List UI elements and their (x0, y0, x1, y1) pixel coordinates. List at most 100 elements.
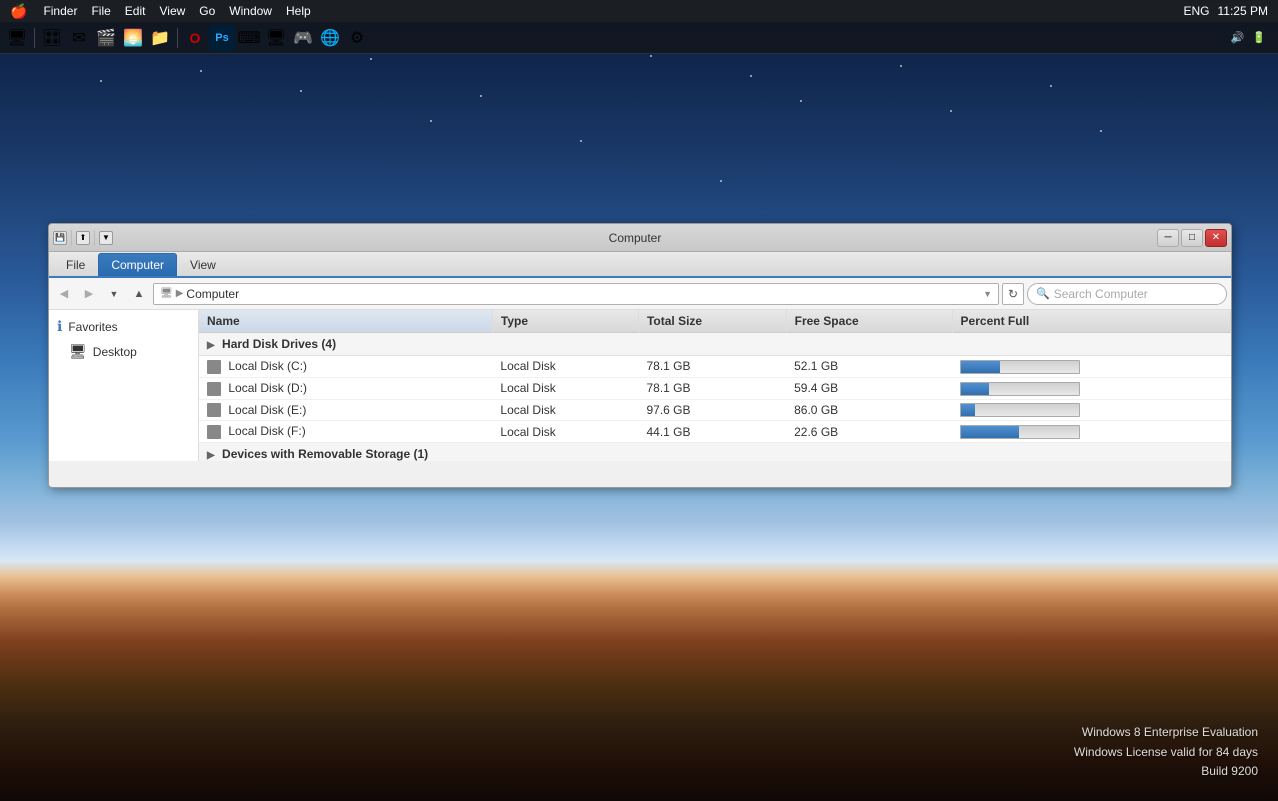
table-header-row: Name Type Total Size Free Space Percent … (199, 310, 1231, 333)
usage-bar-d (960, 382, 1080, 396)
table-row[interactable]: Local Disk (F:) Local Disk 44.1 GB 22.6 … (199, 421, 1231, 443)
usage-fill-d (961, 383, 989, 395)
cell-freespace: 86.0 GB (786, 399, 952, 421)
menu-view[interactable]: View (153, 2, 191, 20)
imovie-icon[interactable]: 🎬 (93, 25, 119, 51)
group-row-hdd[interactable]: ▶ Hard Disk Drives (4) (199, 333, 1231, 356)
sidebar-favorites-label: Favorites (68, 320, 117, 334)
cell-name: Local Disk (F:) (199, 421, 492, 443)
game-icon[interactable]: 🎮 (290, 25, 316, 51)
watermark-line3: Build 9200 (1074, 762, 1258, 781)
table-row[interactable]: Local Disk (E:) Local Disk 97.6 GB 86.0 … (199, 399, 1231, 421)
col-header-type[interactable]: Type (492, 310, 638, 333)
breadcrumb-computer: Computer (186, 287, 239, 301)
cell-freespace: 52.1 GB (786, 356, 952, 378)
col-header-name[interactable]: Name (199, 310, 492, 333)
breadcrumb-sep1-icon: ▶ (176, 288, 184, 299)
code-editor-icon[interactable]: ⌨ (236, 25, 262, 51)
win8-watermark: Windows 8 Enterprise Evaluation Windows … (1074, 723, 1258, 781)
table-row[interactable]: Local Disk (C:) Local Disk 78.1 GB 52.1 … (199, 356, 1231, 378)
usage-bar-c (960, 360, 1080, 374)
cell-percentfull (952, 356, 1230, 378)
drive-icon-c (207, 360, 221, 374)
menubar-right: ENG 11:25 PM (1184, 4, 1278, 18)
tab-file[interactable]: File (53, 253, 98, 276)
sidebar-item-desktop[interactable]: 🖥 Desktop (49, 339, 198, 364)
col-header-totalsize[interactable]: Total Size (638, 310, 786, 333)
cell-totalsize: 97.6 GB (638, 399, 786, 421)
cell-percentfull (952, 399, 1230, 421)
tab-view[interactable]: View (177, 253, 229, 276)
rdp-icon[interactable]: 🖥 (263, 25, 289, 51)
minimize-button[interactable]: ─ (1157, 229, 1179, 247)
forward-button[interactable]: ▶ (78, 283, 100, 305)
menu-window[interactable]: Window (223, 2, 278, 20)
menu-help[interactable]: Help (280, 2, 317, 20)
table-row[interactable]: Local Disk (D:) Local Disk 78.1 GB 59.4 … (199, 377, 1231, 399)
gear-icon[interactable]: ⚙ (344, 25, 370, 51)
search-field[interactable]: 🔍 Search Computer (1027, 283, 1227, 305)
menu-edit[interactable]: Edit (119, 2, 152, 20)
cell-name: Local Disk (C:) (199, 356, 492, 378)
up-button[interactable]: ▲ (128, 283, 150, 305)
cell-name: Local Disk (E:) (199, 399, 492, 421)
menu-items: Finder File Edit View Go Window Help (37, 2, 316, 20)
dock-divider-1 (34, 28, 35, 48)
dock: 🖥 🎛 ✉ 🎬 🌅 📁 O Ps ⌨ 🖥 🎮 🌐 ⚙ 🔊 🔋 (0, 22, 1278, 54)
window-controls: ─ □ ✕ (1157, 229, 1227, 247)
cell-type: Local Disk (492, 377, 638, 399)
address-dropdown-icon[interactable]: ▼ (983, 289, 992, 299)
breadcrumb: 🖥 ▶ Computer (160, 287, 239, 301)
dock-right-area: 🔊 🔋 (1231, 31, 1274, 44)
close-button[interactable]: ✕ (1205, 229, 1227, 247)
usage-fill-e (961, 404, 975, 416)
maximize-button[interactable]: □ (1181, 229, 1203, 247)
refresh-button[interactable]: ↻ (1002, 283, 1024, 305)
folder2-icon[interactable]: 📁 (147, 25, 173, 51)
ribbon-tabs: File Computer View (49, 252, 1231, 278)
menu-go[interactable]: Go (193, 2, 221, 20)
back-button[interactable]: ◀ (53, 283, 75, 305)
search-icon: 🔍 (1036, 287, 1050, 300)
col-header-percentfull[interactable]: Percent Full (952, 310, 1230, 333)
usage-bar-e (960, 403, 1080, 417)
iphoto-icon[interactable]: 🌅 (120, 25, 146, 51)
globe2-icon[interactable]: 🌐 (317, 25, 343, 51)
usage-fill-f (961, 426, 1019, 438)
usage-bar-f (960, 425, 1080, 439)
cell-type: Local Disk (492, 356, 638, 378)
volume-icon[interactable]: 🔊 (1231, 31, 1245, 44)
photoshop-icon[interactable]: Ps (209, 25, 235, 51)
watermark-line2: Windows License valid for 84 days (1074, 743, 1258, 762)
mail-icon[interactable]: ✉ (66, 25, 92, 51)
drive-icon-e (207, 403, 221, 417)
cell-percentfull (952, 421, 1230, 443)
battery-icon[interactable]: 🔋 (1252, 31, 1266, 44)
apple-menu[interactable]: 🍎 (0, 3, 37, 20)
group-expand-arrow-icon: ▶ (207, 340, 215, 351)
cell-name: Local Disk (D:) (199, 377, 492, 399)
cell-freespace: 22.6 GB (786, 421, 952, 443)
menu-finder[interactable]: Finder (37, 2, 83, 20)
dropdown-nav-button[interactable]: ▼ (103, 283, 125, 305)
tb-sep2 (94, 230, 95, 246)
favorites-icon: ℹ (57, 318, 62, 335)
cell-totalsize: 78.1 GB (638, 356, 786, 378)
sidebar-desktop-label: Desktop (93, 345, 137, 359)
tab-computer[interactable]: Computer (98, 253, 177, 276)
group-row-removable[interactable]: ▶ Devices with Removable Storage (1) (199, 443, 1231, 461)
finder-icon[interactable]: 🖥 (4, 25, 30, 51)
menu-file[interactable]: File (85, 2, 116, 20)
opera-icon[interactable]: O (182, 25, 208, 51)
drive-icon-d (207, 382, 221, 396)
dashboard-icon[interactable]: 🎛 (39, 25, 65, 51)
group-label-hdd: Hard Disk Drives (4) (222, 337, 336, 351)
quick-up-btn[interactable]: ⬆ (76, 231, 90, 245)
address-field[interactable]: 🖥 ▶ Computer ▼ (153, 283, 999, 305)
col-header-freespace[interactable]: Free Space (786, 310, 952, 333)
macos-menubar: 🍎 Finder File Edit View Go Window Help E… (0, 0, 1278, 22)
sidebar-item-favorites[interactable]: ℹ Favorites (49, 314, 198, 339)
group-expand-arrow2-icon: ▶ (207, 450, 215, 461)
quick-save-btn[interactable]: 💾 (53, 231, 67, 245)
quick-dropdown-btn[interactable]: ▼ (99, 231, 113, 245)
